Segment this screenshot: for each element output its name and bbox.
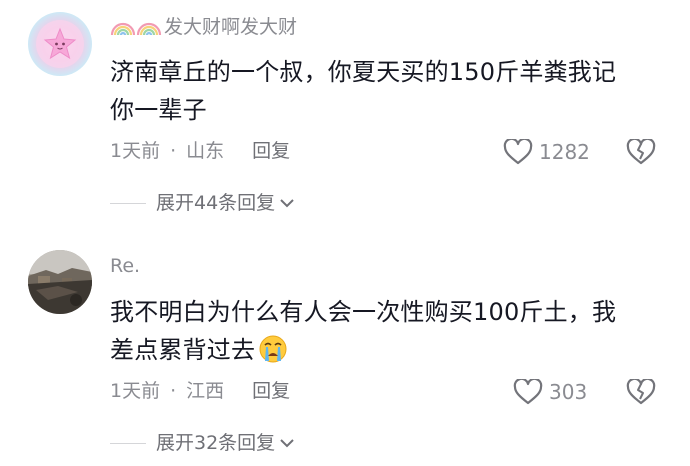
- divider-line: [110, 202, 146, 204]
- username-text: Re.: [110, 255, 141, 277]
- comment-item: Re. 我不明白为什么有人会一次性购买100斤土，我 差点累背过去 1天前 · 江西…: [0, 240, 690, 466]
- broken-heart-icon: [626, 137, 656, 165]
- expand-replies-label: 展开32条回复: [156, 432, 276, 454]
- username-text: 发大财啊发大财: [164, 16, 298, 38]
- comment-item: 发大财啊发大财 济南章丘的一个叔，你夏天买的150斤羊粪我记 你一辈子 1天前 ·…: [0, 0, 690, 230]
- comment-text-segment: 差点累背过去: [110, 336, 256, 364]
- comment-meta: 1天前 · 山东 回复: [110, 139, 290, 163]
- crying-face-emoji-icon: [257, 334, 289, 375]
- broken-heart-icon: [626, 377, 656, 405]
- avatar[interactable]: [28, 250, 92, 314]
- avatar[interactable]: [28, 12, 92, 76]
- comment-text-line: 我不明白为什么有人会一次性购买100斤土，我: [110, 298, 617, 326]
- comment-text: 我不明白为什么有人会一次性购买100斤土，我 差点累背过去: [110, 293, 670, 375]
- comment-time: 1天前: [110, 140, 161, 162]
- expand-replies-label: 展开44条回复: [156, 192, 276, 214]
- comment-location: 山东: [186, 140, 225, 162]
- rainbow-icon: [110, 14, 162, 42]
- expand-replies-button[interactable]: 展开32条回复: [110, 431, 295, 455]
- chevron-down-icon: [280, 439, 294, 448]
- dislike-button[interactable]: [626, 377, 656, 409]
- comment-time: 1天前: [110, 380, 161, 402]
- like-button[interactable]: 1282: [503, 139, 590, 165]
- landscape-photo-avatar-icon: [28, 250, 92, 314]
- pink-star-avatar-icon: [28, 12, 92, 76]
- comment-text-line: 差点累背过去: [110, 331, 670, 375]
- heart-outline-icon: [503, 139, 533, 165]
- heart-outline-icon: [513, 379, 543, 405]
- expand-replies-button[interactable]: 展开44条回复: [110, 191, 295, 215]
- username[interactable]: Re.: [110, 254, 140, 278]
- like-count: 1282: [539, 140, 590, 164]
- divider-line: [110, 442, 146, 444]
- comment-text-line: 济南章丘的一个叔，你夏天买的150斤羊粪我记: [110, 58, 617, 86]
- like-button[interactable]: 303: [513, 379, 587, 405]
- username[interactable]: 发大财啊发大财: [110, 14, 297, 42]
- reply-button[interactable]: 回复: [252, 140, 290, 162]
- chevron-down-icon: [280, 199, 294, 208]
- dislike-button[interactable]: [626, 137, 656, 169]
- comment-text-line: 你一辈子: [110, 96, 207, 124]
- separator-dot: ·: [170, 380, 177, 402]
- like-count: 303: [549, 380, 588, 404]
- reply-button[interactable]: 回复: [252, 380, 290, 402]
- comment-location: 江西: [186, 380, 225, 402]
- comment-meta: 1天前 · 江西 回复: [110, 379, 290, 403]
- comment-text: 济南章丘的一个叔，你夏天买的150斤羊粪我记 你一辈子: [110, 53, 670, 129]
- separator-dot: ·: [170, 140, 177, 162]
